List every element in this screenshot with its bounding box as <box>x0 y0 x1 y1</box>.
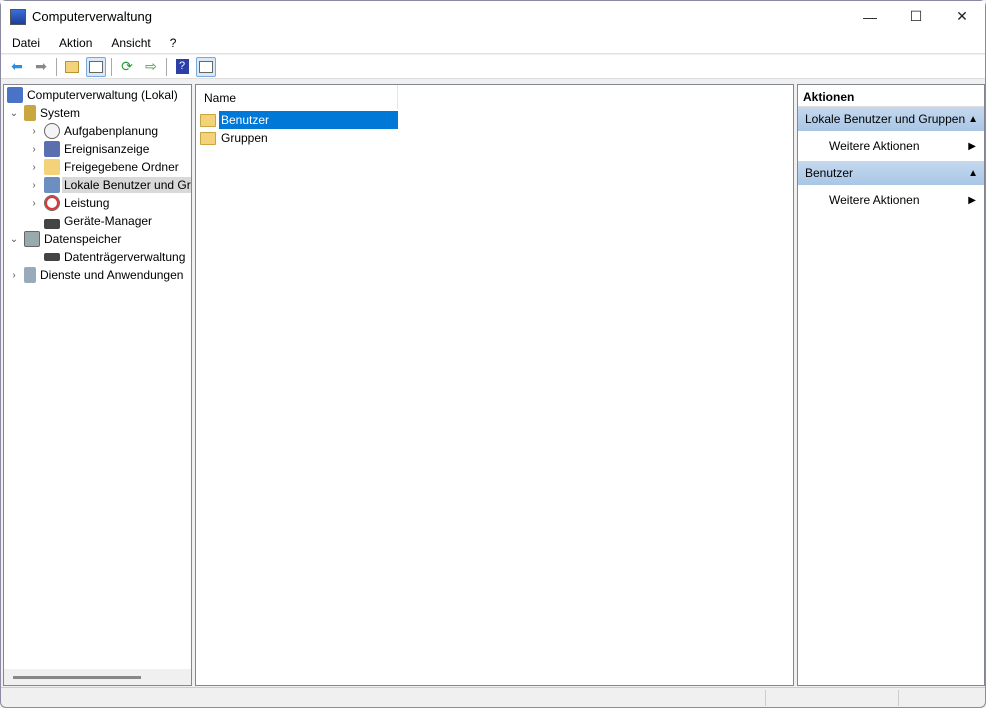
tree-item-freigegebene-ordner[interactable]: › Freigegebene Ordner <box>28 158 179 176</box>
status-divider <box>765 690 766 706</box>
refresh-button[interactable]: ⟳ <box>117 57 137 77</box>
column-header-name[interactable]: Name <box>196 85 398 109</box>
menu-help[interactable]: ? <box>162 36 185 50</box>
forward-button[interactable]: ➡ <box>31 57 51 77</box>
up-button[interactable] <box>62 57 82 77</box>
device-manager-icon <box>44 219 60 229</box>
horizontal-scrollbar[interactable] <box>4 669 191 685</box>
submenu-arrow-icon: ▶ <box>968 140 976 152</box>
back-arrow-icon: ⬅ <box>11 58 23 74</box>
tree-item-datenspeicher[interactable]: ⌄ Datenspeicher <box>8 230 121 248</box>
menu-bar: Datei Aktion Ansicht ? <box>1 32 985 54</box>
chevron-right-icon[interactable]: › <box>8 270 20 281</box>
chevron-right-icon[interactable]: › <box>28 198 40 209</box>
collapse-triangle-icon[interactable]: ▲ <box>968 168 978 179</box>
export-list-icon: ⇨ <box>145 58 157 74</box>
results-list: Name Benutzer Gruppen <box>195 84 794 686</box>
chevron-right-icon[interactable]: › <box>28 144 40 155</box>
computer-management-icon <box>7 87 23 103</box>
tree-item-system[interactable]: ⌄ System <box>8 104 80 122</box>
maximize-button[interactable]: ☐ <box>893 1 939 32</box>
list-item-benutzer[interactable]: Benutzer <box>200 111 398 129</box>
export-list-button[interactable]: ⇨ <box>141 57 161 77</box>
actions-pane: Aktionen Lokale Benutzer und Gruppen ▲ We… <box>797 84 985 686</box>
tree-item-root[interactable]: Computerverwaltung (Lokal) <box>7 86 178 104</box>
console-tree: Computerverwaltung (Lokal) ⌄ System › Aufg… <box>3 84 192 686</box>
action-group-lokale-benutzer[interactable]: Lokale Benutzer und Gruppen ▲ <box>798 107 984 131</box>
menu-aktion[interactable]: Aktion <box>51 36 100 50</box>
action-weitere-aktionen[interactable]: Weitere Aktionen ▶ <box>798 131 984 161</box>
disk-management-icon <box>44 253 60 261</box>
chevron-right-icon[interactable]: › <box>28 180 40 191</box>
tree-item-leistung[interactable]: › Leistung <box>28 194 109 212</box>
window-title: Computerverwaltung <box>32 9 152 24</box>
computer-management-icon <box>10 8 26 25</box>
minimize-icon: — <box>863 8 877 25</box>
help-icon: ? <box>175 59 189 74</box>
tree-item-aufgabenplanung[interactable]: › Aufgabenplanung <box>28 122 158 140</box>
clock-icon <box>44 123 60 139</box>
list-item-gruppen[interactable]: Gruppen <box>200 129 398 147</box>
close-button[interactable]: ✕ <box>939 1 985 32</box>
action-weitere-aktionen[interactable]: Weitere Aktionen ▶ <box>798 185 984 215</box>
toolbar-divider <box>56 57 57 76</box>
performance-icon <box>44 195 60 211</box>
chevron-right-icon[interactable]: › <box>28 126 40 137</box>
tree-item-lokale-benutzer[interactable]: ›Lokale Benutzer und Gruppen <box>28 176 191 194</box>
actions-title: Aktionen <box>798 85 984 107</box>
storage-icon <box>24 231 40 247</box>
toolbar-divider <box>111 57 112 76</box>
forward-arrow-icon: ➡ <box>35 58 47 74</box>
help-button[interactable]: ? <box>172 57 192 77</box>
minimize-button[interactable]: — <box>847 1 893 32</box>
status-divider <box>898 690 899 706</box>
refresh-icon: ⟳ <box>121 58 133 74</box>
title-bar: Computerverwaltung — ☐ ✕ <box>1 1 985 32</box>
chevron-down-icon[interactable]: ⌄ <box>8 108 20 119</box>
show-hide-console-tree-button[interactable] <box>86 56 106 77</box>
users-group-icon <box>44 177 60 193</box>
shared-folder-icon <box>44 159 60 175</box>
action-group-benutzer[interactable]: Benutzer ▲ <box>798 161 984 185</box>
toolbar-divider <box>166 57 167 76</box>
folder-icon <box>200 131 216 145</box>
tree-item-datentraegerverwaltung[interactable]: Datenträgerverwaltung <box>44 248 185 266</box>
up-folder-icon <box>65 60 79 73</box>
services-icon <box>24 267 36 283</box>
maximize-icon: ☐ <box>909 8 923 24</box>
tree-item-dienste[interactable]: › Dienste und Anwendungen <box>8 266 183 284</box>
folder-icon <box>200 113 216 127</box>
menu-ansicht[interactable]: Ansicht <box>103 36 158 50</box>
show-hide-console-tree-icon <box>89 60 103 73</box>
tree-item-ereignisanzeige[interactable]: › Ereignisanzeige <box>28 140 149 158</box>
close-icon: ✕ <box>956 8 968 24</box>
tree-item-geraete-manager[interactable]: Geräte-Manager <box>44 212 152 230</box>
tools-icon <box>24 105 36 121</box>
show-hide-action-pane-icon <box>199 60 213 73</box>
toolbar: ⬅ ➡ ⟳ ⇨ ? <box>1 55 985 79</box>
show-hide-action-pane-button[interactable] <box>196 56 216 77</box>
submenu-arrow-icon: ▶ <box>968 194 976 206</box>
status-bar <box>1 687 985 707</box>
menu-datei[interactable]: Datei <box>4 36 48 50</box>
event-viewer-icon <box>44 141 60 157</box>
collapse-triangle-icon[interactable]: ▲ <box>968 114 978 125</box>
chevron-down-icon[interactable]: ⌄ <box>8 234 20 245</box>
chevron-right-icon[interactable]: › <box>28 162 40 173</box>
back-button[interactable]: ⬅ <box>7 57 27 77</box>
scrollbar-thumb[interactable] <box>13 676 141 679</box>
